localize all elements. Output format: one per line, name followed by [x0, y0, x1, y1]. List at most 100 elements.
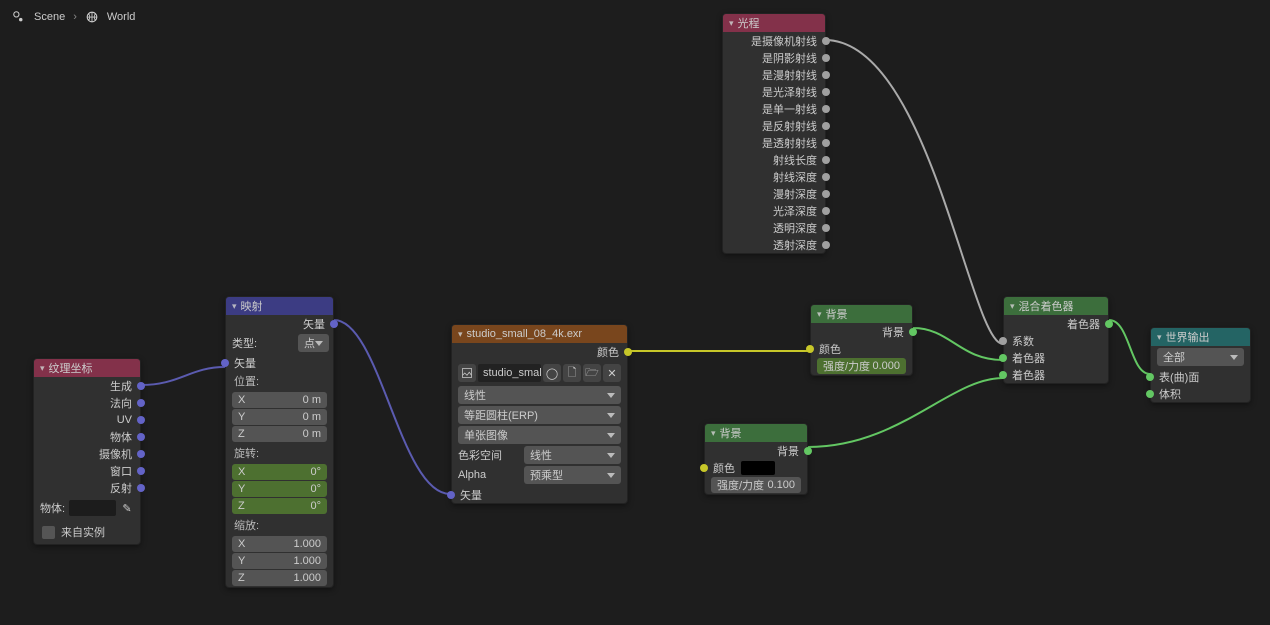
node-texture-coordinate[interactable]: ▾ 纹理坐标 生成 法向 UV 物体 摄像机 窗口 反射 物体:✎ 来自实例: [33, 358, 141, 545]
node-title: 纹理坐标: [49, 360, 93, 376]
socket-normal[interactable]: 法向: [34, 394, 140, 411]
breadcrumb-scene[interactable]: Scene: [34, 11, 65, 23]
socket-object[interactable]: 物体: [34, 428, 140, 445]
chevron-down-icon: ▾: [458, 329, 463, 340]
location-y[interactable]: Y0 m: [232, 409, 327, 425]
scale-z[interactable]: Z1.000: [232, 570, 327, 586]
scale-x[interactable]: X1.000: [232, 536, 327, 552]
socket-color-out[interactable]: 颜色: [452, 343, 627, 360]
socket-transmission-depth[interactable]: 透射深度: [723, 236, 825, 253]
socket-background-out[interactable]: 背景: [811, 323, 912, 340]
chevron-down-icon: ▾: [711, 428, 716, 439]
socket-is-diffuse[interactable]: 是漫射射线: [723, 66, 825, 83]
socket-is-glossy[interactable]: 是光泽射线: [723, 83, 825, 100]
node-title: studio_small_08_4k.exr: [467, 328, 583, 340]
chevron-down-icon: ▾: [1010, 301, 1015, 312]
node-mapping[interactable]: ▾映射 矢量 类型:点 矢量 位置: X0 m Y0 m Z0 m 旋转: X0…: [225, 296, 334, 588]
colorspace-select[interactable]: 色彩空间线性: [458, 446, 621, 464]
socket-generated[interactable]: 生成: [34, 377, 140, 394]
node-header[interactable]: ▾ 纹理坐标: [34, 359, 140, 377]
socket-is-shadow[interactable]: 是阴影射线: [723, 49, 825, 66]
image-icon[interactable]: [458, 364, 476, 382]
alpha-select[interactable]: Alpha预乘型: [458, 466, 621, 484]
node-title: 映射: [241, 298, 263, 314]
socket-surface[interactable]: 表(曲)面: [1151, 368, 1250, 385]
fake-user-icon[interactable]: ◯: [543, 364, 561, 382]
node-header[interactable]: ▾混合着色器: [1004, 297, 1108, 315]
image-name-field[interactable]: studio_small_08_...: [478, 364, 541, 382]
extension-select[interactable]: 单张图像: [458, 426, 621, 444]
socket-vector-in[interactable]: 矢量: [452, 486, 627, 503]
socket-is-reflection[interactable]: 是反射射线: [723, 117, 825, 134]
rotation-y[interactable]: Y0°: [232, 481, 327, 497]
node-header[interactable]: ▾ studio_small_08_4k.exr: [452, 325, 627, 343]
node-header[interactable]: ▾ 背景: [705, 424, 807, 442]
node-background-2[interactable]: ▾ 背景 背景 颜色 强度/力度0.100: [704, 423, 808, 495]
socket-ray-length[interactable]: 射线长度: [723, 151, 825, 168]
breadcrumb-sep: ›: [73, 11, 77, 23]
socket-shader-1[interactable]: 着色器: [1004, 349, 1108, 366]
image-browse-row[interactable]: studio_small_08_... ◯ 🗋 🗁 ✕: [458, 364, 621, 382]
socket-vector-in[interactable]: 矢量: [226, 354, 333, 371]
from-instancer-checkbox[interactable]: 来自实例: [34, 520, 140, 544]
socket-transparent-depth[interactable]: 透明深度: [723, 219, 825, 236]
node-header[interactable]: ▾ 映射: [226, 297, 333, 315]
socket-reflection[interactable]: 反射: [34, 479, 140, 496]
socket-shader-2[interactable]: 着色器: [1004, 366, 1108, 383]
socket-color-in[interactable]: 颜色: [705, 459, 807, 476]
node-image-texture[interactable]: ▾ studio_small_08_4k.exr 颜色 studio_small_…: [451, 324, 628, 504]
color-swatch[interactable]: [741, 461, 775, 475]
socket-is-camera[interactable]: 是摄像机射线: [723, 32, 825, 49]
target-select[interactable]: 全部: [1157, 348, 1244, 366]
socket-glossy-depth[interactable]: 光泽深度: [723, 202, 825, 219]
socket-background-out[interactable]: 背景: [705, 442, 807, 459]
socket-color-in[interactable]: 颜色: [811, 340, 912, 357]
socket-window[interactable]: 窗口: [34, 462, 140, 479]
node-header[interactable]: ▾背景: [811, 305, 912, 323]
node-header[interactable]: ▾ 光程: [723, 14, 825, 32]
eyedropper-icon[interactable]: ✎: [120, 502, 134, 515]
rotation-x[interactable]: X0°: [232, 464, 327, 480]
strength-field[interactable]: 强度/力度0.000: [817, 358, 906, 374]
scene-icon: [12, 10, 26, 24]
unlink-icon[interactable]: ✕: [603, 364, 621, 382]
node-mix-shader[interactable]: ▾混合着色器 着色器 系数 着色器 着色器: [1003, 296, 1109, 384]
chevron-down-icon: ▾: [40, 363, 45, 374]
scale-y[interactable]: Y1.000: [232, 553, 327, 569]
world-icon: [85, 10, 99, 24]
node-title: 背景: [826, 306, 848, 322]
node-light-path[interactable]: ▾ 光程 是摄像机射线 是阴影射线 是漫射射线 是光泽射线 是单一射线 是反射射线…: [722, 13, 826, 254]
socket-diffuse-depth[interactable]: 漫射深度: [723, 185, 825, 202]
chevron-down-icon: ▾: [1157, 332, 1162, 343]
socket-ray-depth[interactable]: 射线深度: [723, 168, 825, 185]
projection-select[interactable]: 等距圆柱(ERP): [458, 406, 621, 424]
socket-camera[interactable]: 摄像机: [34, 445, 140, 462]
node-world-output[interactable]: ▾ 世界输出 全部 表(曲)面 体积: [1150, 327, 1251, 403]
location-x[interactable]: X0 m: [232, 392, 327, 408]
node-title: 背景: [720, 425, 742, 441]
socket-uv[interactable]: UV: [34, 411, 140, 428]
object-picker[interactable]: 物体:✎: [40, 499, 134, 517]
socket-vector-out[interactable]: 矢量: [226, 315, 333, 332]
node-header[interactable]: ▾ 世界输出: [1151, 328, 1250, 346]
interpolation-select[interactable]: 线性: [458, 386, 621, 404]
mapping-type[interactable]: 类型:点: [232, 334, 327, 352]
chevron-down-icon: ▾: [729, 18, 734, 29]
node-title: 世界输出: [1166, 329, 1210, 345]
breadcrumb-world[interactable]: World: [107, 11, 136, 23]
location-z[interactable]: Z0 m: [232, 426, 327, 442]
chevron-down-icon: ▾: [232, 301, 237, 312]
node-title: 光程: [738, 15, 760, 31]
rotation-z[interactable]: Z0°: [232, 498, 327, 514]
node-background-1[interactable]: ▾背景 背景 颜色 强度/力度0.000: [810, 304, 913, 376]
socket-is-singular[interactable]: 是单一射线: [723, 100, 825, 117]
open-image-icon[interactable]: 🗁: [583, 364, 601, 382]
socket-volume[interactable]: 体积: [1151, 385, 1250, 402]
strength-field[interactable]: 强度/力度0.100: [711, 477, 801, 493]
socket-fac[interactable]: 系数: [1004, 332, 1108, 349]
socket-is-transmission[interactable]: 是透射射线: [723, 134, 825, 151]
label-scale: 缩放:: [226, 515, 333, 535]
breadcrumb[interactable]: Scene › World: [12, 10, 135, 24]
new-image-icon[interactable]: 🗋: [563, 364, 581, 382]
socket-shader-out[interactable]: 着色器: [1004, 315, 1108, 332]
